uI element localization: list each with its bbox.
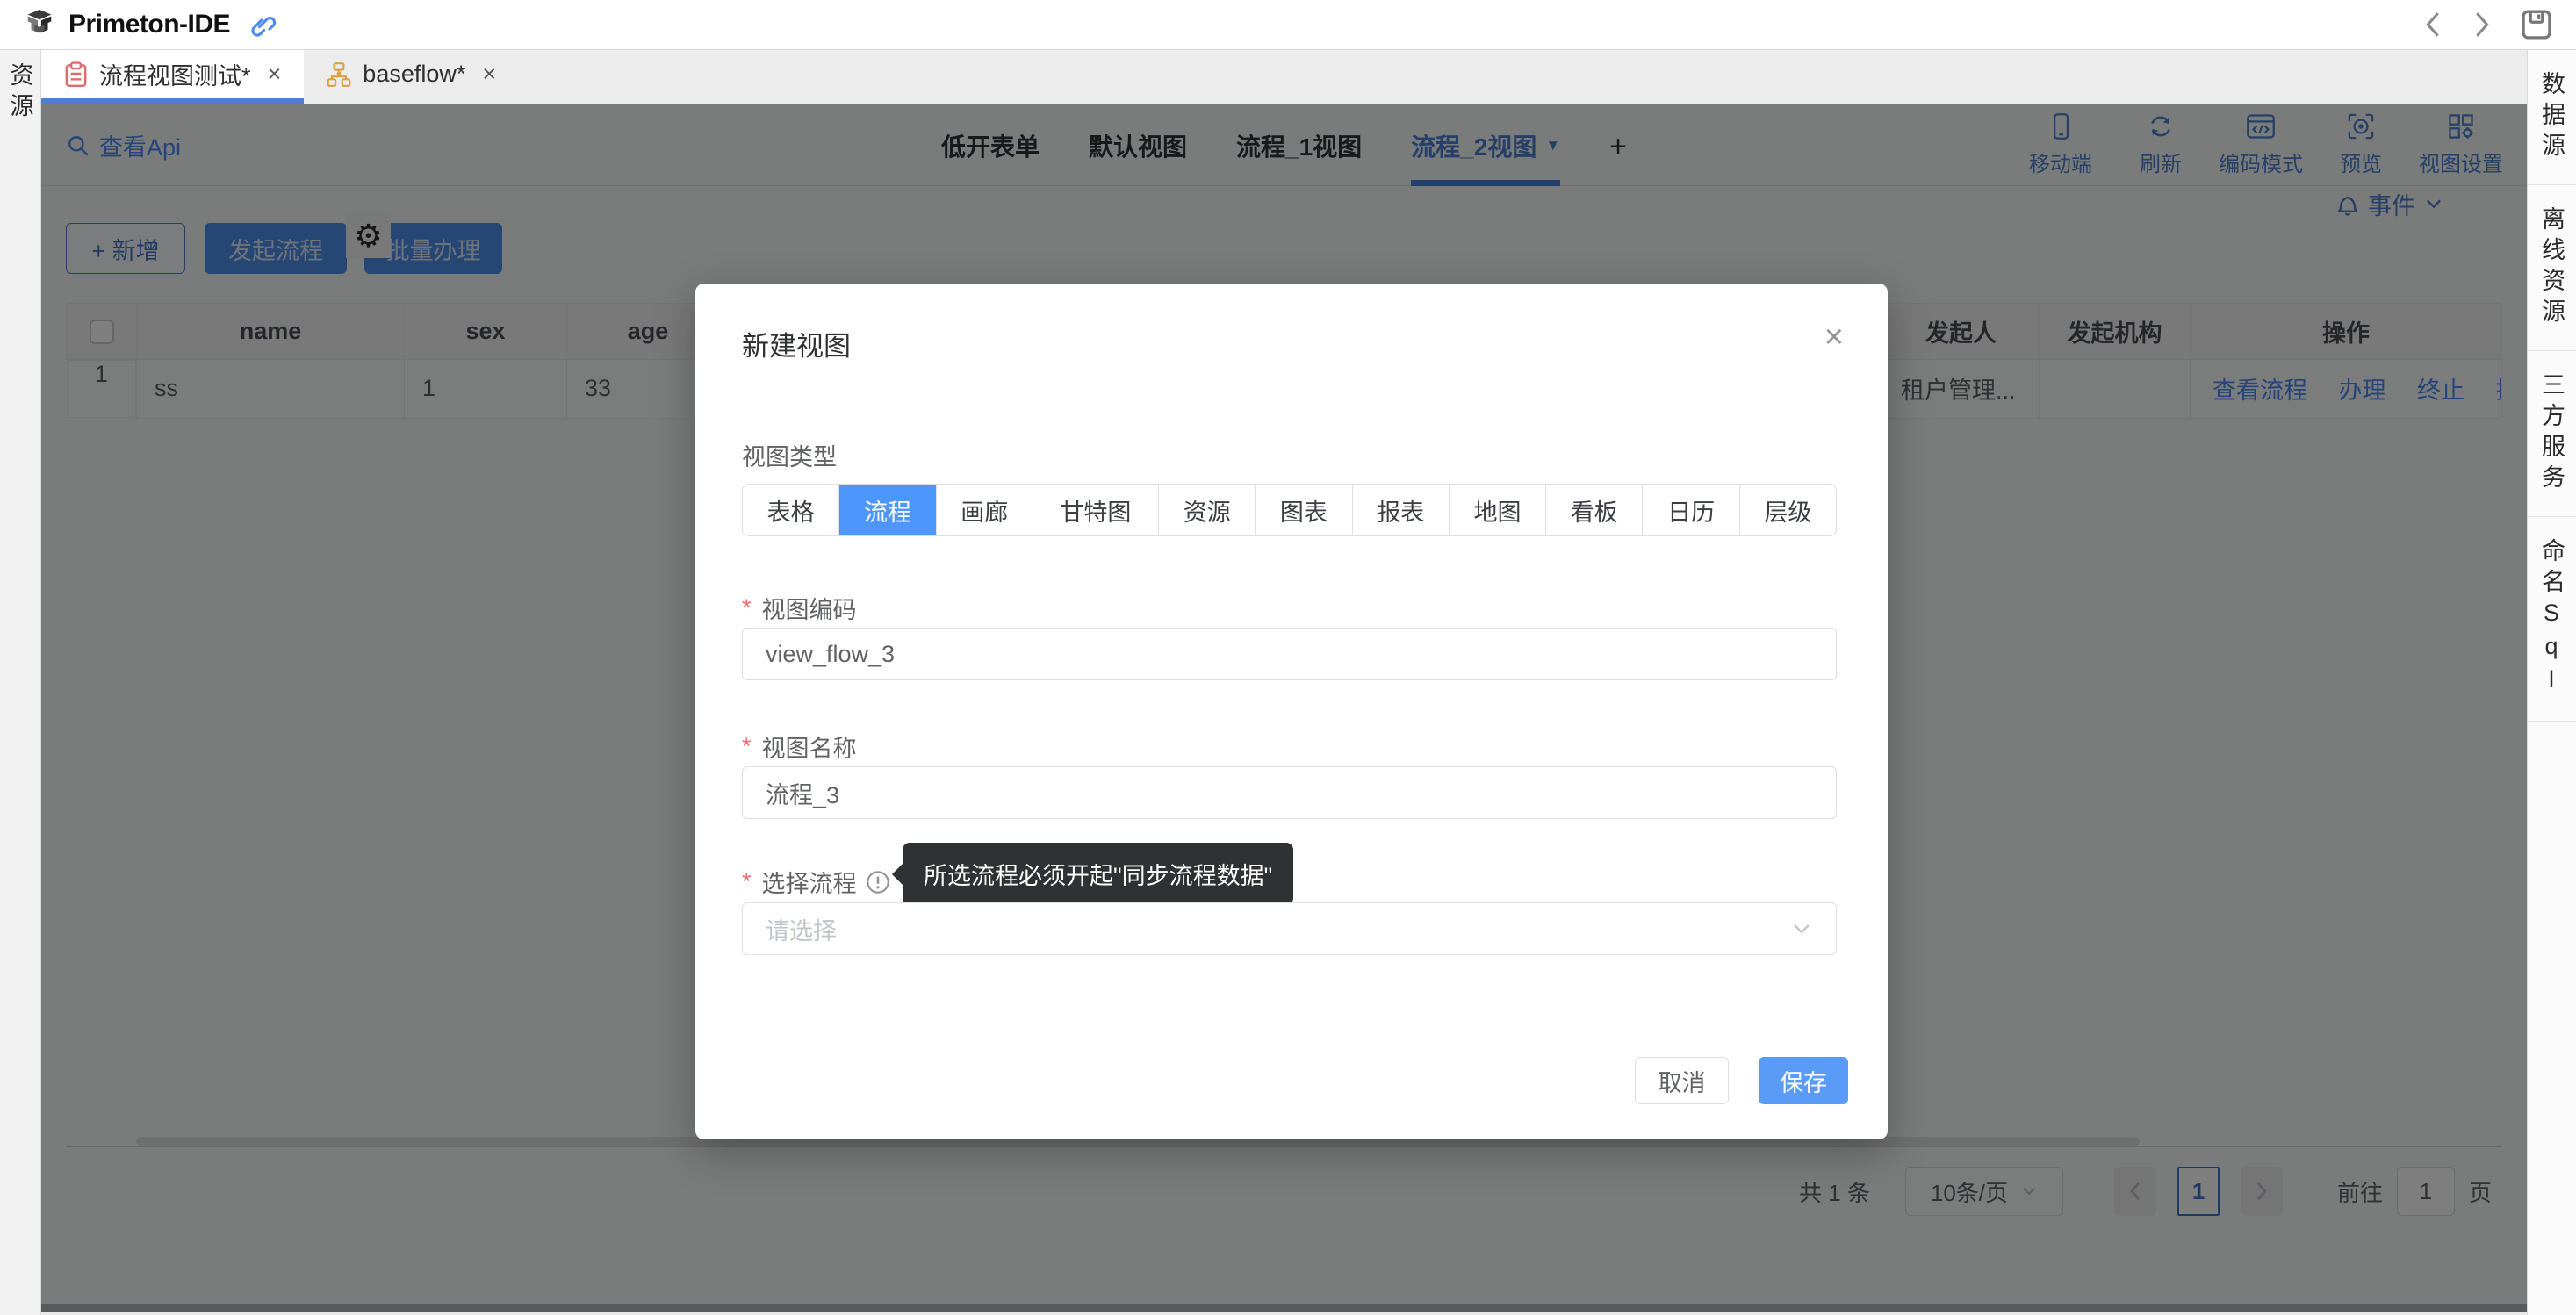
doc-tab-flow-view-test[interactable]: 流程视图测试* × [41,50,304,104]
app-title: Primeton-IDE [68,10,230,40]
view-type-flow[interactable]: 流程 [838,485,935,535]
view-code-input[interactable] [742,628,1837,680]
select-flow-label: * 选择流程 [742,865,890,899]
flow-tooltip: 所选流程必须开起"同步流程数据" [903,843,1293,905]
doc-tab-label: baseflow* [363,61,465,88]
chevron-down-icon [1790,917,1813,940]
view-type-gantt[interactable]: 甘特图 [1033,485,1158,535]
select-placeholder: 请选择 [766,912,837,946]
required-mark: * [742,594,752,622]
new-view-modal: 新建视图 × 视图类型 表格 流程 画廊 甘特图 资源 图表 报表 地图 看板 … [695,284,1888,1139]
rail-item-named-sql[interactable]: 命名Sql [2528,517,2576,722]
primeton-logo-icon [23,8,56,41]
modal-footer: 取消 保存 [1635,1057,1848,1104]
nav-forward-icon[interactable] [2471,10,2493,40]
modal-title: 新建视图 [742,324,851,363]
view-type-segment: 表格 流程 画廊 甘特图 资源 图表 报表 地图 看板 日历 层级 [742,484,1837,536]
required-mark: * [742,868,752,895]
view-type-calendar[interactable]: 日历 [1642,485,1738,535]
right-rail: 数据源 离线资源 三方服务 命名Sql [2527,50,2576,1315]
rail-item-offline-resources[interactable]: 离线资源 [2528,185,2576,351]
cancel-button[interactable]: 取消 [1635,1057,1729,1104]
save-icon[interactable] [2520,8,2553,41]
rail-item-resources[interactable]: 资源 [4,62,38,124]
view-code-label: * 视图编码 [742,591,857,625]
rail-item-datasource[interactable]: 数据源 [2528,50,2576,185]
form-doc-icon [64,61,88,88]
doc-tab-label: 流程视图测试* [99,57,251,91]
info-icon[interactable] [866,870,890,895]
link-icon[interactable] [246,9,277,40]
view-type-resource[interactable]: 资源 [1158,485,1255,535]
close-tab-icon[interactable]: × [482,61,496,88]
view-type-chart[interactable]: 图表 [1255,485,1351,535]
left-rail: 资源 [0,50,41,1315]
tooltip-arrow [892,864,903,885]
view-type-map[interactable]: 地图 [1449,485,1545,535]
bottom-scrollbar[interactable] [41,1304,2527,1312]
doc-tab-baseflow[interactable]: baseflow* × [304,50,519,104]
close-tab-icon[interactable]: × [268,61,282,88]
view-type-hierarchy[interactable]: 层级 [1739,485,1836,535]
required-mark: * [742,733,752,760]
view-type-kanban[interactable]: 看板 [1545,485,1642,535]
select-flow-dropdown[interactable]: 请选择 [742,902,1837,955]
nav-back-icon[interactable] [2421,10,2444,40]
close-modal-icon[interactable]: × [1824,320,1844,354]
doc-tab-bar: 流程视图测试* × baseflow* × [41,50,2527,104]
view-name-input[interactable] [742,766,1837,819]
view-type-label: 视图类型 [742,438,837,472]
rail-item-third-party-services[interactable]: 三方服务 [2528,351,2576,517]
view-type-table[interactable]: 表格 [743,485,838,535]
app-header: Primeton-IDE [0,0,2576,50]
view-type-gallery[interactable]: 画廊 [936,485,1033,535]
view-type-report[interactable]: 报表 [1352,485,1449,535]
save-button[interactable]: 保存 [1759,1057,1848,1104]
flow-doc-icon [327,61,351,88]
view-name-label: * 视图名称 [742,729,857,764]
